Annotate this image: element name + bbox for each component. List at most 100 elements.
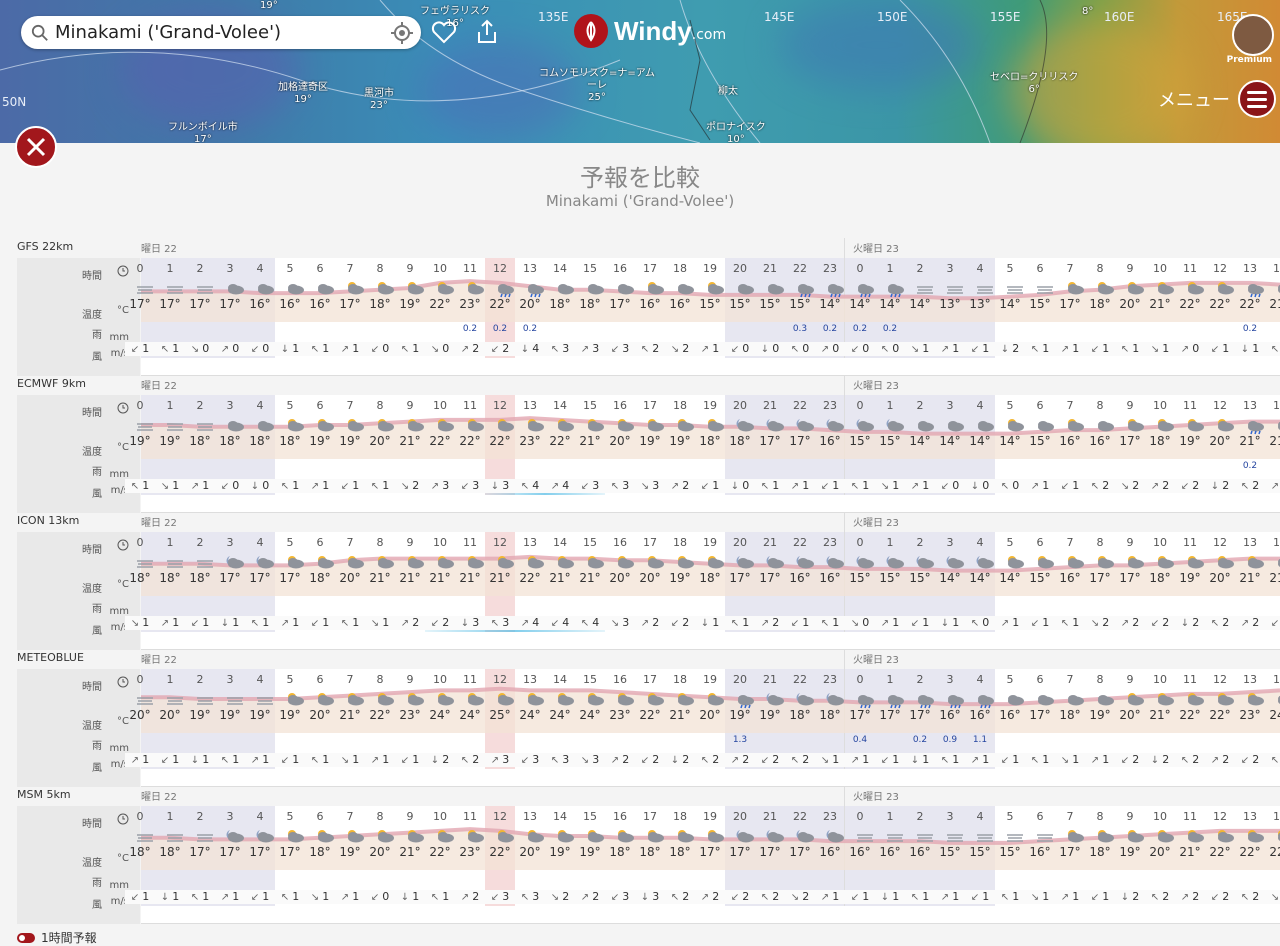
model-name[interactable]: MSM 5km [17, 788, 71, 801]
hour-cell: 10 [433, 262, 447, 275]
temp-cell: 17° [1029, 708, 1051, 722]
wind-speed: 0 [1192, 342, 1200, 355]
wind-speed: 1 [922, 342, 930, 355]
rain-cell [575, 598, 605, 612]
rain-cell [635, 324, 665, 338]
rain-cell [665, 598, 695, 612]
wind-speed: 1 [862, 753, 870, 766]
forecast-grid[interactable]: 0 18° ↙ 1 1 18° ↓ 1 2 17° ↖ 1 3 17° ↗ 1 4 17° ↙ 1 5 17° ↖ 1 6 18°… [125, 786, 1280, 924]
pnight-icon [789, 690, 819, 706]
wind-arrow-icon: ↘ [1030, 892, 1040, 903]
pcloud-icon [519, 827, 549, 843]
wind-speed: 0 [262, 342, 270, 355]
cloud-icon [219, 279, 249, 295]
wind-speed: 1 [172, 616, 180, 629]
weather-map[interactable]: 135E 145E 150E 155E 160E 165E 50N フェヴラリス… [0, 0, 1280, 143]
rain-cell [995, 598, 1025, 612]
wind-cell: ↓ 1 [935, 616, 965, 630]
forecast-grid[interactable]: 0 20° ↗ 1 1 20° ↙ 1 2 19° ↓ 1 3 19° ↖ 1 4 19° ↗ 1 5 19° ↙ 1 6 20°… [125, 649, 1280, 787]
city-label[interactable]: 8° [1082, 6, 1093, 18]
locate-icon[interactable] [391, 22, 413, 44]
forecast-grid[interactable]: 0 18° ↘ 1 1 18° ↗ 1 2 18° ↙ 1 3 17° ↓ 1 4 17° ↖ 1 5 17° ↗ 1 6 18°… [125, 512, 1280, 650]
search-bar[interactable] [21, 16, 421, 49]
wind-speed: 2 [472, 753, 480, 766]
rain-cell [125, 324, 155, 338]
rain-cell [485, 461, 515, 475]
hour-cell: 1 [166, 673, 174, 686]
temp-cell: 16° [279, 297, 301, 311]
model-name[interactable]: METEOBLUE [17, 651, 84, 664]
city-label[interactable]: ポロナイスク 10° [706, 122, 766, 143]
lat-50n: 50N [2, 95, 27, 109]
city-label[interactable]: コムソモリスク=ナ=アムーレ 25° [538, 68, 656, 104]
hour-cell: 14 [1273, 536, 1280, 549]
wind-speed: 1 [922, 753, 930, 766]
temp-cell: 16° [849, 845, 871, 859]
rain-icon [489, 279, 519, 298]
wind-arrow-icon: ↓ [1150, 755, 1160, 766]
model-name[interactable]: ECMWF 9km [17, 377, 86, 390]
temp-cell: 21° [549, 571, 571, 585]
rain-icon [849, 690, 879, 709]
wind-cell: ↗ 1 [785, 479, 815, 493]
hour-cell: 5 [286, 810, 294, 823]
wind-arrow-icon: ↙ [1210, 892, 1220, 903]
rain-cell [995, 461, 1025, 475]
menu-button[interactable]: メニュー [1138, 80, 1280, 118]
wind-speed: 2 [742, 753, 750, 766]
rain-icon [789, 279, 819, 298]
wind-speed: 1 [1072, 616, 1080, 629]
wind-cell: ↗ 1 [845, 753, 875, 767]
city-label[interactable]: フルンボイル市 17° [168, 122, 238, 143]
wind-speed: 1 [232, 753, 240, 766]
model-name[interactable]: GFS 22km [17, 240, 73, 253]
search-input[interactable] [55, 22, 385, 43]
city-label[interactable]: 加格達奇区 19° [278, 82, 328, 106]
wind-arrow-icon: ↘ [430, 344, 440, 355]
wind-cell: ↙ 1 [965, 890, 995, 904]
city-label[interactable]: 柳太 [718, 86, 738, 98]
hourly-toggle[interactable]: 1時間予報 [17, 929, 97, 946]
share-icon[interactable] [473, 18, 501, 46]
time-label: 時間 [82, 408, 102, 419]
wind-cell: ↖2 [755, 890, 785, 904]
forecast-grid[interactable]: 0 17° ↙ 1 1 17° ↖ 1 2 17° ↘ 0 3 17° ↗ 0 4 16° ↙ 0 5 16° ↓ 1 6 16°… [125, 238, 1280, 376]
avatar[interactable] [1232, 14, 1274, 56]
wind-arrow-icon: ↖ [460, 755, 470, 766]
wind-speed: 1 [292, 753, 300, 766]
rain-cell [545, 872, 575, 886]
wind-cell: ↙2 [755, 753, 785, 767]
rain-icon [729, 690, 759, 709]
windy-logo[interactable]: Windy .com [574, 14, 726, 48]
rain-cell [1055, 598, 1085, 612]
rain-cell: 0.2 [492, 324, 508, 334]
toggle-switch[interactable] [17, 932, 35, 943]
temp-cell: 19° [219, 708, 241, 722]
pcloud-icon [489, 553, 519, 569]
forecast-grid[interactable]: 0 19° ↖ 1 1 19° ↘ 1 2 18° ↗ 1 3 18° ↙ 0 4 18° ↓ 0 5 18° ↖ 1 6 19°… [125, 375, 1280, 513]
wind-speed: 3 [472, 616, 480, 629]
temp-cell: 19° [549, 845, 571, 859]
hour-cell: 7 [1066, 536, 1074, 549]
temp-label: 温度 [82, 584, 102, 595]
time-label: 時間 [82, 682, 102, 693]
lon-135: 135E [538, 10, 569, 24]
rain-cell [395, 872, 425, 886]
model-name[interactable]: ICON 13km [17, 514, 79, 527]
rain-cell [1025, 735, 1055, 749]
wind-arrow-icon: ↙ [400, 755, 410, 766]
city-label[interactable]: 19° [260, 0, 278, 12]
wind-arrow-icon: ↗ [700, 892, 710, 903]
rain-cell [305, 324, 335, 338]
wind-speed: 2 [412, 616, 420, 629]
city-label[interactable]: 黒河市 23° [364, 88, 394, 112]
close-button[interactable] [15, 126, 57, 168]
wind-cell: ↗ 1 [335, 342, 365, 356]
hour-cell: 2 [916, 262, 924, 275]
wind-cell: ↙ 1 [995, 753, 1025, 767]
fog-icon [129, 690, 159, 705]
wind-arrow-icon: ↗ [1210, 755, 1220, 766]
wind-speed: 1 [352, 479, 360, 492]
city-label[interactable]: セベロ=クリリスク 6° [990, 72, 1078, 96]
favorite-heart-icon[interactable] [430, 18, 458, 46]
